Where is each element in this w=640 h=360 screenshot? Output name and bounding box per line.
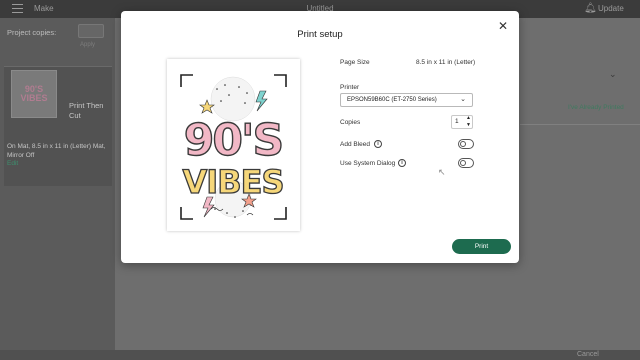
preview-artwork: 90'S VIBES: [180, 74, 287, 220]
decrement-icon[interactable]: ▼: [466, 123, 471, 128]
bottom-bar: Cancel: [0, 350, 640, 360]
mat-thumbnail: 90'S VIBES: [11, 70, 57, 118]
mat-card[interactable]: 90'S VIBES Print Then Cut: [4, 66, 112, 186]
copies-label: Copies: [340, 119, 361, 126]
printer-select-value: EPSON59B60C (ET-2750 Series): [347, 97, 437, 103]
close-icon[interactable]: ✕: [496, 19, 510, 33]
print-setup-dialog: Print setup ✕ 90'S VIBES Page Size 8.5 i…: [121, 11, 519, 263]
printer-label: Printer: [340, 84, 360, 91]
toggle-knob: [460, 160, 466, 166]
copies-input[interactable]: 1 ▲ ▼: [451, 115, 473, 129]
mat-edit-link[interactable]: Edit: [7, 160, 18, 167]
update-link[interactable]: Update: [598, 4, 624, 13]
add-bleed-label: Add Bleed: [340, 141, 370, 148]
project-copies-stepper[interactable]: [78, 24, 104, 38]
mat-info: On Mat, 8.5 in x 11 in (Letter) Mat, Mir…: [7, 143, 106, 159]
preview-text-top: 90'S: [184, 115, 282, 166]
print-button[interactable]: Print: [452, 239, 511, 254]
info-icon[interactable]: i: [374, 140, 382, 148]
increment-icon[interactable]: ▲: [466, 116, 471, 121]
use-system-dialog-label: Use System Dialog: [340, 160, 396, 167]
dialog-title: Print setup: [297, 29, 343, 40]
apply-button[interactable]: Apply: [80, 42, 95, 48]
toggle-knob: [460, 141, 466, 147]
mouse-cursor-icon: ↖: [438, 167, 446, 177]
mat-thumbnail-text: 90'S VIBES: [20, 84, 48, 103]
bell-icon[interactable]: 🔔︎: [584, 3, 597, 14]
project-copies-label: Project copies:: [7, 28, 57, 37]
info-icon[interactable]: i: [398, 159, 406, 167]
page-size-value: 8.5 in x 11 in (Letter): [416, 59, 476, 66]
mat-label: Print Then Cut: [69, 101, 104, 120]
print-preview: 90'S VIBES: [167, 59, 300, 231]
copies-input-value: 1: [455, 118, 459, 125]
preview-text-bottom: VIBES: [183, 163, 284, 201]
page-size-label: Page Size: [340, 59, 370, 66]
chevron-down-icon: ⌄: [460, 96, 466, 103]
chevron-down-icon[interactable]: ⌄: [609, 69, 617, 80]
mat-sidebar: Project copies: Apply 90'S VIBES Print T…: [0, 18, 115, 360]
printer-select[interactable]: EPSON59B60C (ET-2750 Series) ⌄: [340, 93, 473, 107]
bolt-shape: [255, 90, 268, 112]
divider: [520, 124, 640, 125]
use-system-dialog-toggle[interactable]: [458, 158, 474, 168]
already-printed-link[interactable]: I've Already Printed: [568, 104, 624, 111]
bottom-cancel[interactable]: Cancel: [577, 351, 599, 358]
add-bleed-toggle[interactable]: [458, 139, 474, 149]
